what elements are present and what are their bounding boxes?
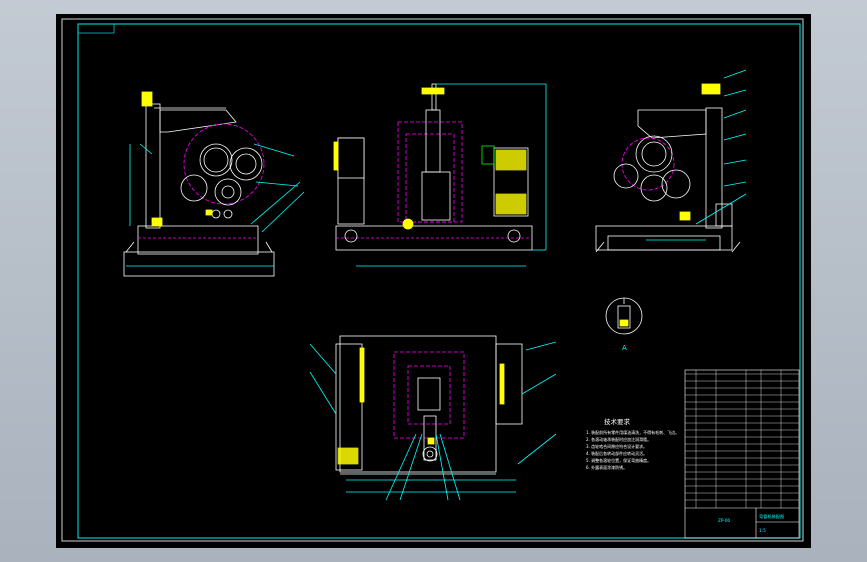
tech-note-line: 6. 外露表面涂漆防锈。 bbox=[586, 464, 627, 470]
plan-view bbox=[309, 335, 557, 501]
tech-notes-lines: 1. 装配前所有零件用煤油清洗，不得有毛刺、飞边。2. 各滚动轴承装配时应加注润… bbox=[586, 429, 679, 470]
cad-viewport: A 技术要求 1. 装配前所有零件用煤油清洗，不得有毛刺、飞边。 2. 各滚动轴… bbox=[0, 0, 867, 562]
tech-note-line: 5. 调整各滚轮位置，保证弯曲精度。 bbox=[586, 457, 651, 463]
assembly-drawing: A 技术要求 1. 装配前所有零件用煤油清洗，不得有毛刺、飞边。2. 各滚动轴承… bbox=[61, 18, 804, 542]
drawing-code: ZP-00 bbox=[718, 518, 730, 523]
detail-view: A bbox=[605, 297, 643, 352]
inner-frame bbox=[77, 23, 801, 539]
drawing-name: 弯管机装配图 bbox=[759, 513, 784, 520]
left-side-view bbox=[123, 91, 305, 277]
tech-note-line: 1. 装配前所有零件用煤油清洗，不得有毛刺、飞边。 bbox=[586, 429, 679, 435]
tech-note-line: 3. 齿轮啮合间隙应符合设计要求。 bbox=[586, 443, 647, 449]
bill-of-materials bbox=[685, 370, 799, 508]
tech-notes-title: 技术要求 bbox=[604, 417, 631, 426]
right-side-view bbox=[595, 69, 747, 253]
left-base-plate bbox=[123, 251, 275, 277]
technical-requirements: 技术要求 1. 装配前所有零件用煤油清洗，不得有毛刺、飞边。2. 各滚动轴承装配… bbox=[586, 417, 679, 470]
title-block: 弯管机装配图 1:5 ZP-00 bbox=[684, 369, 800, 539]
outer-sheet-border bbox=[61, 18, 804, 542]
front-view bbox=[333, 83, 547, 267]
detail-label: A bbox=[622, 344, 627, 352]
tech-note-line: 4. 装配后各转动部件应转动灵活。 bbox=[586, 450, 647, 456]
drawing-canvas[interactable]: A 技术要求 1. 装配前所有零件用煤油清洗，不得有毛刺、飞边。 2. 各滚动轴… bbox=[56, 14, 811, 548]
drawing-scale: 1:5 bbox=[759, 528, 766, 533]
tech-note-line: 2. 各滚动轴承装配时应加注润滑脂。 bbox=[586, 436, 651, 442]
code-box bbox=[77, 23, 115, 34]
